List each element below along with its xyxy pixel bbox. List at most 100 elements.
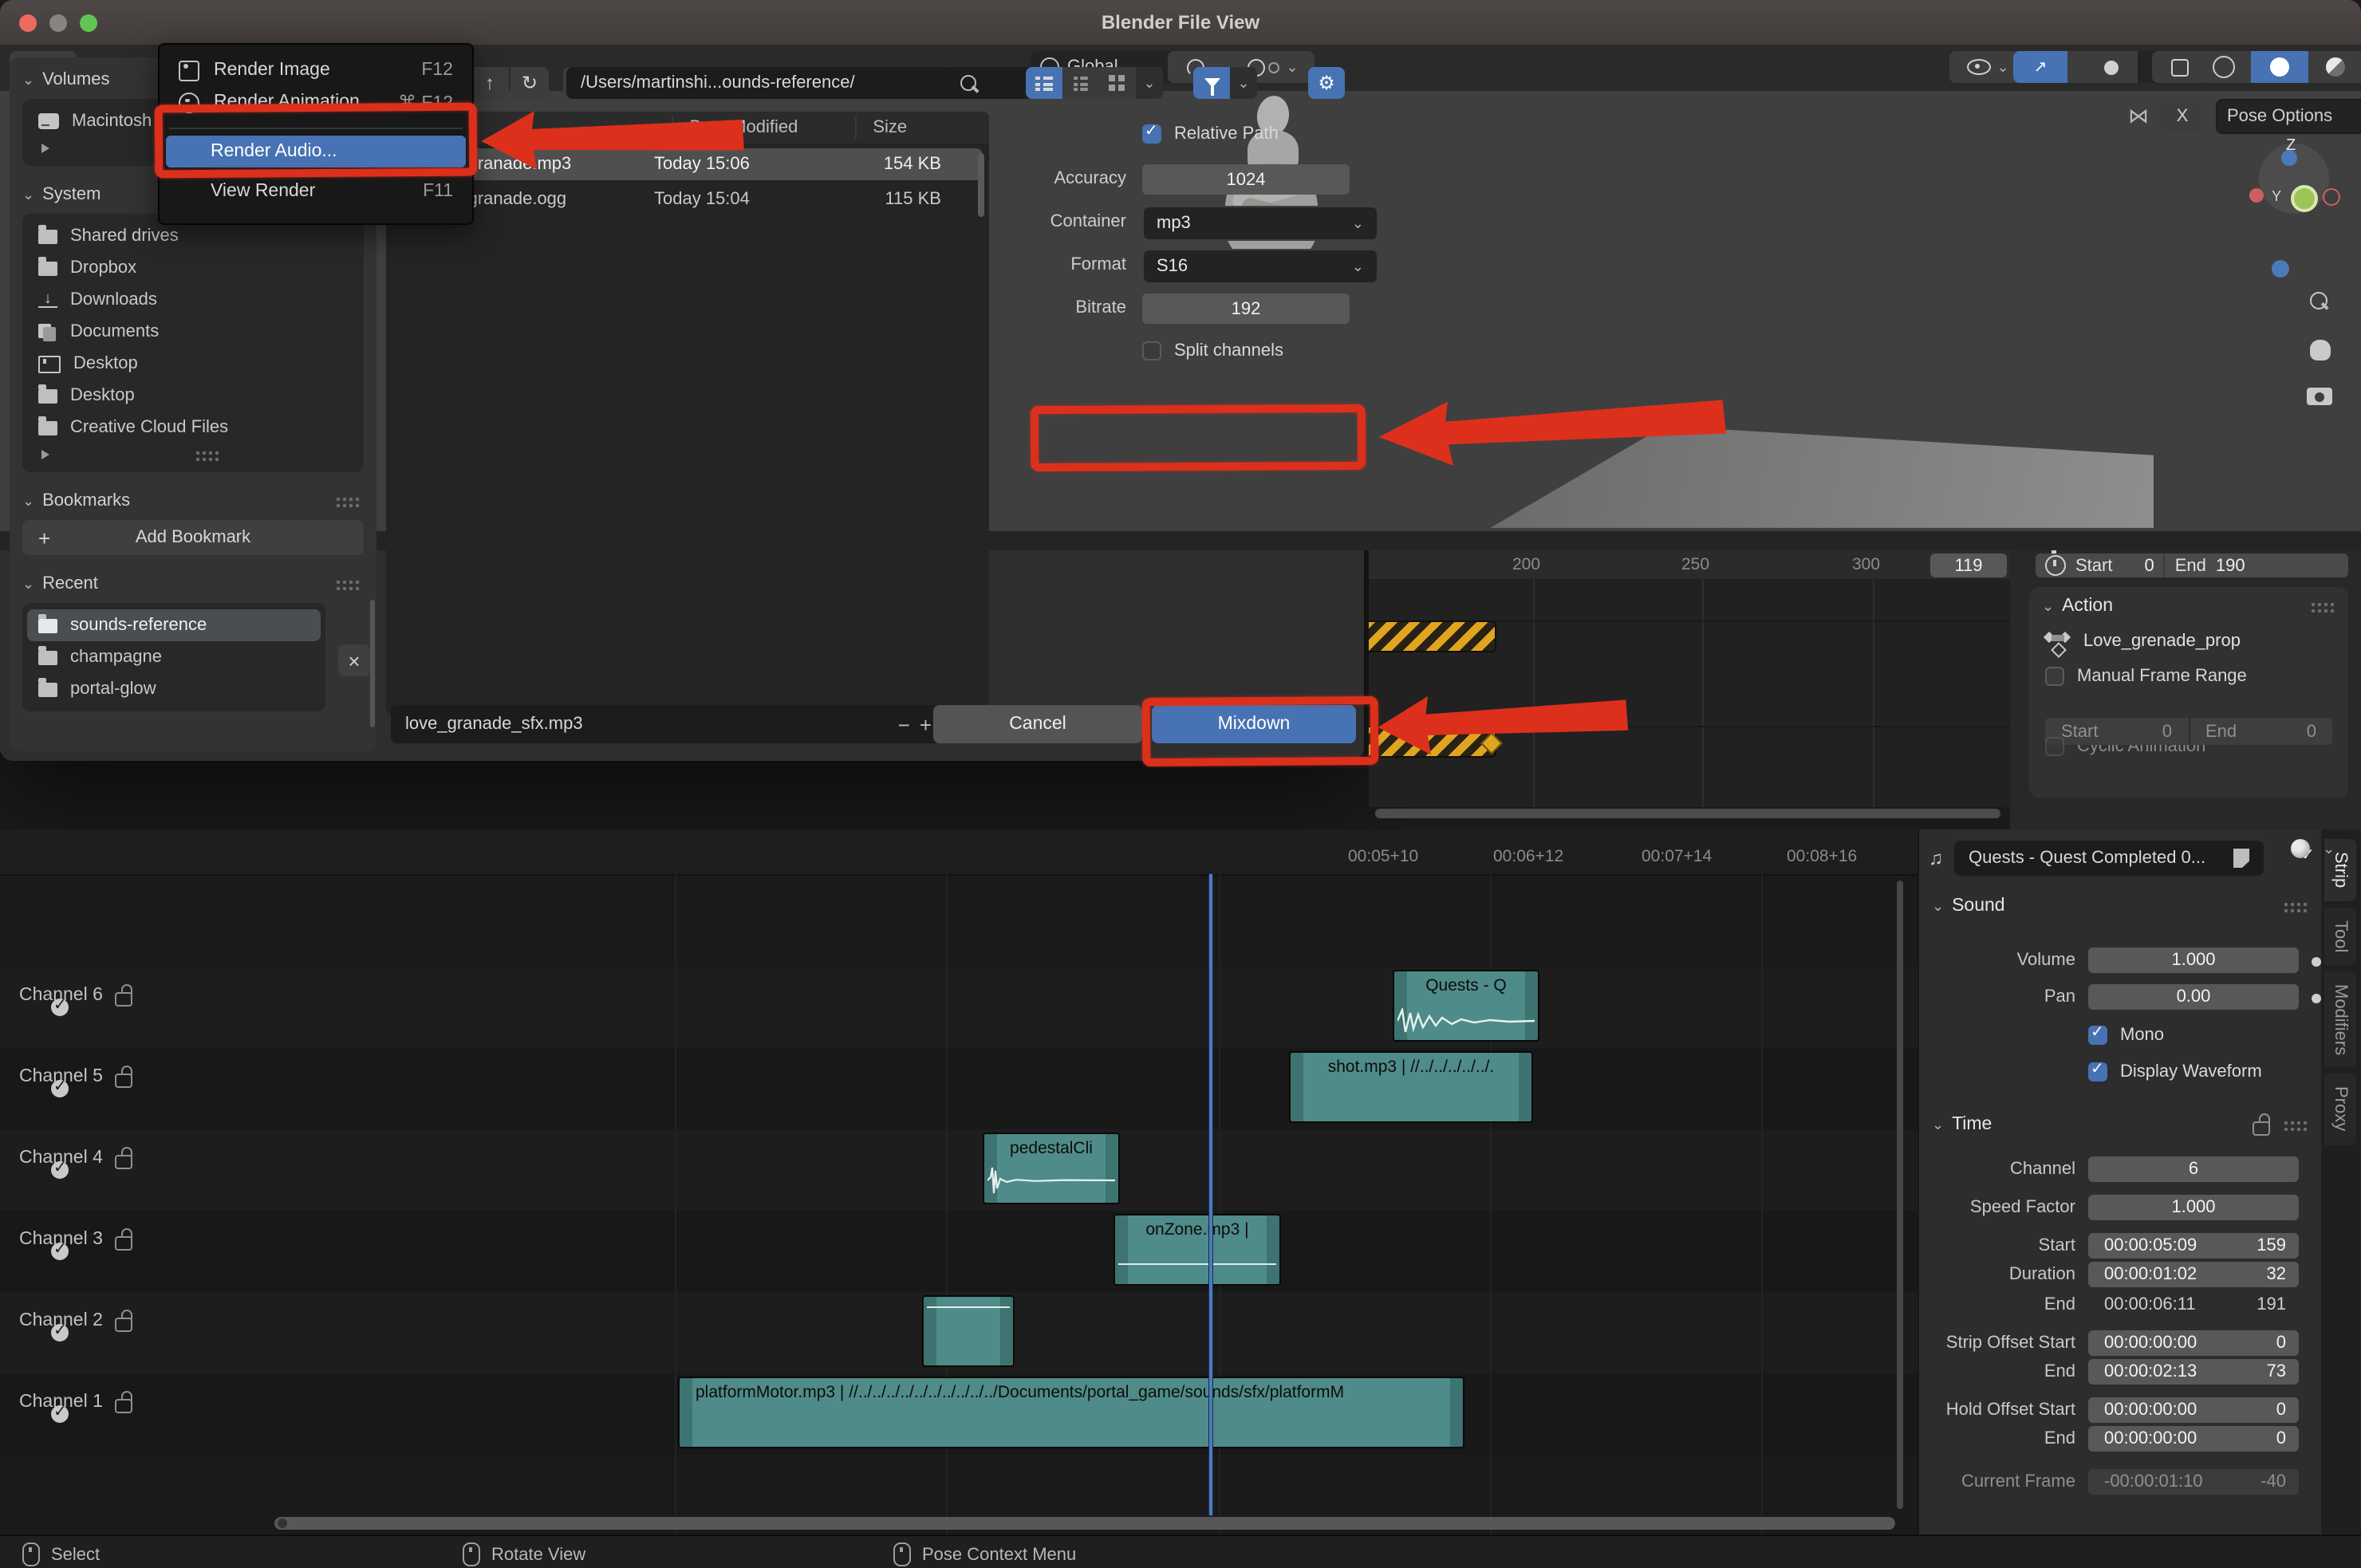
channel-2-mute-checkbox[interactable]	[51, 1324, 69, 1341]
gizmo-x-axis[interactable]	[2249, 188, 2264, 203]
recent-header[interactable]: Recent	[42, 574, 98, 593]
view-size-chevron[interactable]: ⌄	[1136, 67, 1163, 99]
hold-offset-start-field[interactable]: 00:00:00:000	[2088, 1397, 2299, 1423]
filter-chevron[interactable]: ⌄	[1230, 67, 1257, 99]
relative-path-checkbox[interactable]	[1142, 124, 1161, 144]
minimize-window-button[interactable]	[49, 14, 67, 32]
system-desktop-folder[interactable]: Desktop	[22, 380, 364, 412]
column-size[interactable]: Size	[857, 118, 907, 137]
orientation-gizmo[interactable]: Z Y	[2256, 140, 2332, 217]
sequencer-display-chevron[interactable]: ⌄	[2323, 840, 2335, 857]
panel-grip-icon[interactable]	[2310, 601, 2335, 612]
add-bookmark-button[interactable]: + Add Bookmark	[22, 520, 364, 555]
panel-grip-icon[interactable]	[2283, 1119, 2308, 1130]
filter-button[interactable]	[1193, 67, 1230, 99]
channel-6-mute-checkbox[interactable]	[51, 999, 69, 1016]
speed-factor-field[interactable]: 1.000	[2088, 1195, 2299, 1220]
format-dropdown[interactable]: S16⌄	[1142, 249, 1378, 284]
recent-champagne[interactable]: champagne	[22, 641, 325, 673]
hold-offset-end-field[interactable]: 00:00:00:000	[2088, 1426, 2299, 1452]
strip-offset-end-field[interactable]: 00:00:02:1373	[2088, 1359, 2299, 1385]
system-documents[interactable]: Documents	[22, 316, 364, 348]
gizmo-z-axis[interactable]	[2281, 150, 2297, 166]
channel-1-mute-checkbox[interactable]	[51, 1405, 69, 1423]
frame-range-widget[interactable]: Start 0 End 190	[2036, 554, 2348, 577]
view-thumbnails-button[interactable]	[1099, 67, 1136, 99]
start-field[interactable]: 00:00:05:09159	[2088, 1233, 2299, 1259]
bookmarks-header[interactable]: Bookmarks	[42, 491, 130, 510]
sequencer-hscrollbar[interactable]	[274, 1517, 1895, 1530]
gizmo-x-neg-axis[interactable]	[2323, 188, 2340, 206]
time-lock-icon[interactable]	[2253, 1121, 2270, 1136]
recent-portal-glow[interactable]: portal-glow	[22, 673, 325, 705]
dopesheet-scrollbar[interactable]	[1375, 809, 2000, 818]
sequencer-display-icon[interactable]	[2291, 839, 2310, 858]
system-creative-cloud[interactable]: Creative Cloud Files	[22, 412, 364, 443]
channel-3-mute-checkbox[interactable]	[51, 1243, 69, 1260]
close-window-button[interactable]	[19, 14, 37, 32]
current-frame-field[interactable]: 119	[1930, 554, 2007, 577]
action-strip-bar[interactable]	[1369, 621, 1496, 652]
shading-solid-button[interactable]	[2251, 51, 2308, 83]
animate-dot[interactable]	[2312, 994, 2321, 1003]
viewport-pan-hand-icon[interactable]	[2310, 340, 2331, 360]
search-field[interactable]	[946, 67, 1039, 99]
path-field[interactable]: /Users/martinshi...ounds-reference/	[566, 67, 962, 99]
menu-view-render[interactable]: View Render F11	[166, 175, 466, 207]
audio-strip-platform[interactable]: platformMotor.mp3 | //../../../../../../…	[678, 1377, 1464, 1448]
view-details-button[interactable]	[1062, 67, 1099, 99]
range-start-value[interactable]: 0	[2144, 556, 2154, 575]
sequencer-ruler[interactable]: 00:05+10 00:06+12 00:07+14 00:08+16	[0, 829, 1918, 876]
channel-1-lock-icon[interactable]	[116, 1399, 133, 1413]
display-waveform-checkbox[interactable]	[2088, 1062, 2107, 1081]
animate-dot[interactable]	[2312, 957, 2321, 967]
expand-triangle-icon[interactable]	[41, 144, 49, 153]
duration-field[interactable]: 00:00:01:0232	[2088, 1262, 2299, 1287]
action-panel-header[interactable]: Action	[2062, 597, 2113, 616]
audio-strip-quests[interactable]: Quests - Q	[1393, 970, 1539, 1042]
mono-checkbox[interactable]	[2088, 1026, 2107, 1045]
system-dropbox[interactable]: Dropbox	[22, 252, 364, 284]
volume-field[interactable]: 1.000	[2088, 947, 2299, 973]
cyclic-animation-checkbox[interactable]	[2045, 737, 2064, 756]
gizmo-y-axis[interactable]	[2291, 185, 2318, 212]
system-header[interactable]: System	[42, 185, 101, 204]
tab-modifiers[interactable]: Modifiers	[2324, 971, 2356, 1068]
panel-grip-icon[interactable]	[2283, 900, 2308, 912]
bitrate-field[interactable]: 192	[1142, 294, 1350, 324]
nav-refresh-button[interactable]: ↻	[510, 67, 549, 99]
audio-strip-onzone[interactable]: onZone.mp3 |	[1113, 1214, 1281, 1286]
shading-wireframe-button[interactable]	[2197, 51, 2251, 83]
strip-offset-start-field[interactable]: 00:00:00:000	[2088, 1330, 2299, 1356]
audio-strip-pedestal[interactable]: pedestalCli	[983, 1133, 1120, 1204]
channel-4-lock-icon[interactable]	[116, 1155, 133, 1169]
resize-grip-icon[interactable]	[194, 449, 219, 460]
container-dropdown[interactable]: mp3⌄	[1142, 206, 1378, 241]
time-panel-header[interactable]: ⌄ Time	[1932, 1113, 2308, 1136]
pose-options-dropdown[interactable]: Pose Options⌄	[2216, 99, 2361, 134]
menu-render-image[interactable]: Render Image F12	[166, 54, 466, 86]
range-end-value[interactable]: 190	[2216, 556, 2245, 575]
sound-panel-header[interactable]: ⌄ Sound	[1932, 896, 2308, 916]
panel-grip-icon[interactable]	[335, 495, 361, 506]
tab-proxy[interactable]: Proxy	[2324, 1074, 2356, 1144]
action-start-field[interactable]: Start0	[2045, 722, 2188, 741]
decrement-button[interactable]: −	[889, 712, 920, 736]
sidebar-scrollbar[interactable]	[370, 600, 375, 727]
audio-strip-shot[interactable]: shot.mp3 | //../../../../../.	[1289, 1051, 1533, 1123]
recent-sounds-reference[interactable]: sounds-reference	[27, 609, 321, 641]
action-name[interactable]: Love_grenade_prop	[2083, 632, 2241, 651]
increment-button[interactable]: +	[920, 712, 932, 736]
playhead[interactable]	[1209, 874, 1212, 1515]
file-row[interactable]: ♫ love_granade.ogg Today 15:04 115 KB	[392, 183, 983, 215]
overlays-toggle[interactable]	[2083, 51, 2138, 83]
channel-5-lock-icon[interactable]	[116, 1074, 133, 1088]
channel-3-lock-icon[interactable]	[116, 1236, 133, 1251]
split-channels-checkbox[interactable]	[1142, 341, 1161, 360]
tab-tool[interactable]: Tool	[2324, 907, 2356, 964]
zoom-sphere-icon[interactable]	[2272, 260, 2289, 278]
viewport-zoom-icon[interactable]	[2310, 292, 2332, 314]
mirror-x-button[interactable]: X	[2158, 102, 2206, 131]
file-list-scrollbar[interactable]	[978, 153, 984, 217]
shading-material-button[interactable]	[2308, 51, 2361, 83]
